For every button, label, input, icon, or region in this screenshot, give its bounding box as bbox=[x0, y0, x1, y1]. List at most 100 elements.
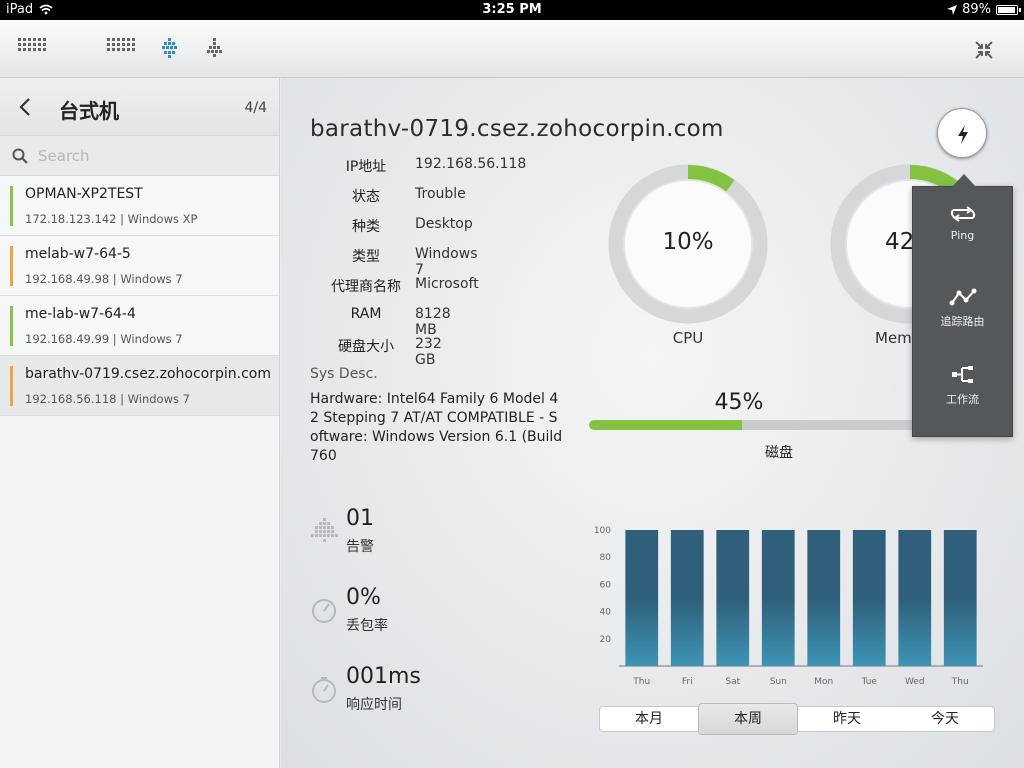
alarm-stat: 01 告警 bbox=[311, 506, 511, 556]
device-name: barathv-0719.csez.zohocorpin.com bbox=[25, 366, 271, 382]
disk-label: 磁盘 bbox=[765, 445, 793, 461]
packet-loss-label: 丢包率 bbox=[346, 618, 388, 634]
tab-this-month[interactable]: 本月 bbox=[600, 707, 698, 731]
property-key: 代理商名称 bbox=[331, 279, 401, 295]
ping-menu-item[interactable]: Ping bbox=[913, 205, 1012, 242]
y-tick-label: 40 bbox=[600, 608, 612, 618]
ping-label: Ping bbox=[950, 229, 975, 242]
status-bar-indicator bbox=[10, 186, 13, 226]
search-input[interactable] bbox=[38, 144, 258, 168]
tab-this-week[interactable]: 本周 bbox=[698, 703, 798, 735]
y-tick-label: 20 bbox=[600, 635, 612, 645]
chart-bar[interactable] bbox=[625, 530, 659, 666]
property-value: Windows 7 bbox=[415, 246, 478, 278]
property-value: Microsoft bbox=[415, 276, 479, 292]
battery-percent: 89% bbox=[962, 2, 991, 17]
chart-bar[interactable] bbox=[761, 530, 795, 666]
tab-yesterday[interactable]: 昨天 bbox=[798, 707, 896, 731]
device-detail: barathv-0719.csez.zohocorpin.com IP地址 192… bbox=[281, 78, 1024, 768]
cpu-value: 10% bbox=[662, 229, 714, 255]
location-icon bbox=[947, 4, 958, 15]
x-tick-label: Sat bbox=[725, 677, 740, 687]
disk-percent: 45% bbox=[714, 390, 764, 415]
device-name: me-lab-w7-64-4 bbox=[25, 306, 136, 322]
device-meta: 192.168.49.99 | Windows 7 bbox=[25, 332, 183, 346]
gauge-icon bbox=[312, 599, 336, 623]
collapse-icon[interactable] bbox=[975, 41, 993, 59]
traceroute-icon bbox=[949, 288, 976, 306]
device-meta: 192.168.56.118 | Windows 7 bbox=[25, 392, 190, 406]
device-meta: 172.18.123.142 | Windows XP bbox=[25, 212, 198, 226]
search-icon bbox=[12, 148, 28, 164]
y-tick-label: 100 bbox=[594, 526, 611, 536]
chart-bar[interactable] bbox=[670, 530, 704, 666]
lightning-icon bbox=[958, 125, 968, 144]
response-time-label: 响应时间 bbox=[346, 697, 402, 713]
list-item[interactable]: me-lab-w7-64-4 192.168.49.99 | Windows 7 bbox=[0, 296, 279, 356]
device-hostname: barathv-0719.csez.zohocorpin.com bbox=[310, 116, 724, 142]
disk-progress-fill bbox=[589, 420, 742, 430]
timer-icon bbox=[312, 677, 336, 703]
sys-desc-label: Sys Desc. bbox=[310, 366, 378, 382]
traceroute-menu-item[interactable]: 追踪路由 bbox=[913, 287, 1012, 329]
sys-desc-value: Hardware: Intel64 Family 6 Model 42 Step… bbox=[310, 391, 563, 464]
battery-icon bbox=[996, 4, 1021, 15]
tree-icon[interactable] bbox=[206, 37, 224, 59]
tab-today[interactable]: 今天 bbox=[896, 707, 994, 731]
grid-small-icon[interactable] bbox=[107, 38, 135, 51]
property-key: 硬盘大小 bbox=[338, 339, 394, 355]
list-item-selected[interactable]: barathv-0719.csez.zohocorpin.com 192.168… bbox=[0, 356, 279, 416]
property-key: 种类 bbox=[352, 219, 380, 235]
property-key: 类型 bbox=[352, 249, 380, 265]
availability-chart: 20 40 60 80 100 Thu Fri Sat Sun Mon Tue Wed Thu bbox=[594, 526, 983, 687]
alarm-label: 告警 bbox=[346, 539, 374, 555]
sidebar-title: 台式机 bbox=[59, 99, 119, 123]
x-tick-label: Tue bbox=[861, 677, 878, 687]
chart-bar[interactable] bbox=[943, 530, 977, 666]
x-tick-label: Sun bbox=[770, 677, 787, 687]
x-tick-label: Wed bbox=[905, 677, 925, 687]
workflow-menu-item[interactable]: 工作流 bbox=[913, 365, 1012, 407]
property-value: 8128 MB bbox=[415, 306, 451, 338]
actions-button[interactable] bbox=[937, 108, 987, 158]
time-range-tabs: 本月 本周 昨天 今天 bbox=[599, 703, 995, 735]
property-value: 192.168.56.118 bbox=[415, 156, 527, 172]
chart-bar[interactable] bbox=[852, 530, 886, 666]
alarm-grid-icon bbox=[311, 518, 338, 542]
response-time-value: 001ms bbox=[346, 664, 421, 689]
x-tick-label: Thu bbox=[951, 677, 969, 687]
alarm-count: 01 bbox=[346, 506, 374, 531]
device-name: OPMAN-XP2TEST bbox=[25, 186, 143, 202]
chart-bar[interactable] bbox=[716, 530, 750, 666]
disk-progress-bar bbox=[589, 420, 929, 430]
chart-bar[interactable] bbox=[898, 530, 932, 666]
y-tick-label: 60 bbox=[600, 580, 612, 590]
map-cross-icon[interactable] bbox=[161, 37, 179, 59]
back-chevron-icon[interactable] bbox=[16, 96, 34, 118]
status-bar: iPad 3:25 PM 89% bbox=[0, 0, 1024, 20]
list-item[interactable]: melab-w7-64-5 192.168.49.98 | Windows 7 bbox=[0, 236, 279, 296]
cpu-label: CPU bbox=[672, 329, 704, 347]
device-meta: 192.168.49.98 | Windows 7 bbox=[25, 272, 183, 286]
property-value: Trouble bbox=[415, 186, 466, 202]
property-key: RAM bbox=[350, 306, 382, 322]
actions-popover: Ping 追踪路由 工作流 bbox=[912, 174, 1013, 437]
list-item[interactable]: OPMAN-XP2TEST 172.18.123.142 | Windows X… bbox=[0, 176, 279, 236]
property-key: IP地址 bbox=[345, 159, 387, 175]
packet-loss-stat: 0% 丢包率 bbox=[311, 585, 511, 635]
property-key: 状态 bbox=[352, 189, 380, 205]
response-time-stat: 001ms 响应时间 bbox=[311, 664, 511, 714]
item-count: 4/4 bbox=[244, 100, 267, 116]
packet-loss-value: 0% bbox=[346, 585, 381, 610]
traceroute-label: 追踪路由 bbox=[940, 315, 985, 328]
grid-dots-icon[interactable] bbox=[18, 38, 46, 51]
property-value: 232 GB bbox=[415, 336, 442, 368]
chart-bar[interactable] bbox=[807, 530, 841, 666]
sidebar: 台式机 4/4 OPMAN-XP2TEST 172.18.123.142 | W… bbox=[0, 78, 280, 768]
workflow-label: 工作流 bbox=[946, 393, 979, 406]
y-tick-label: 80 bbox=[600, 553, 612, 563]
device-name: melab-w7-64-5 bbox=[25, 246, 131, 262]
sidebar-header: 台式机 4/4 bbox=[0, 78, 279, 136]
memory-label: Mem bbox=[875, 329, 912, 347]
ping-icon bbox=[950, 206, 975, 222]
